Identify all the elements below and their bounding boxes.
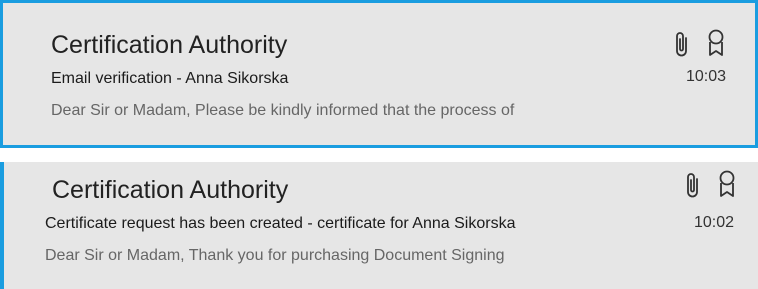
email-sender: Certification Authority [52,176,289,204]
email-time: 10:03 [686,68,727,85]
ribbon-badge-icon [716,169,738,199]
email-preview: Dear Sir or Madam, Please be kindly info… [51,102,515,119]
email-preview: Dear Sir or Madam, Thank you for purchas… [45,247,505,264]
email-time: 10:02 [694,214,735,231]
email-subject: Email verification - Anna Sikorska [51,70,289,87]
email-list-item[interactable]: Certification Authority Email verificati… [0,0,758,148]
paperclip-icon [671,29,693,59]
message-list: Certification Authority Email verificati… [0,0,758,289]
email-list-item[interactable]: Certification Authority Certificate requ… [0,162,758,289]
email-subject: Certificate request has been created - c… [45,215,516,232]
email-sender: Certification Authority [51,31,288,59]
paperclip-icon [682,170,704,200]
ribbon-badge-icon [705,28,727,58]
